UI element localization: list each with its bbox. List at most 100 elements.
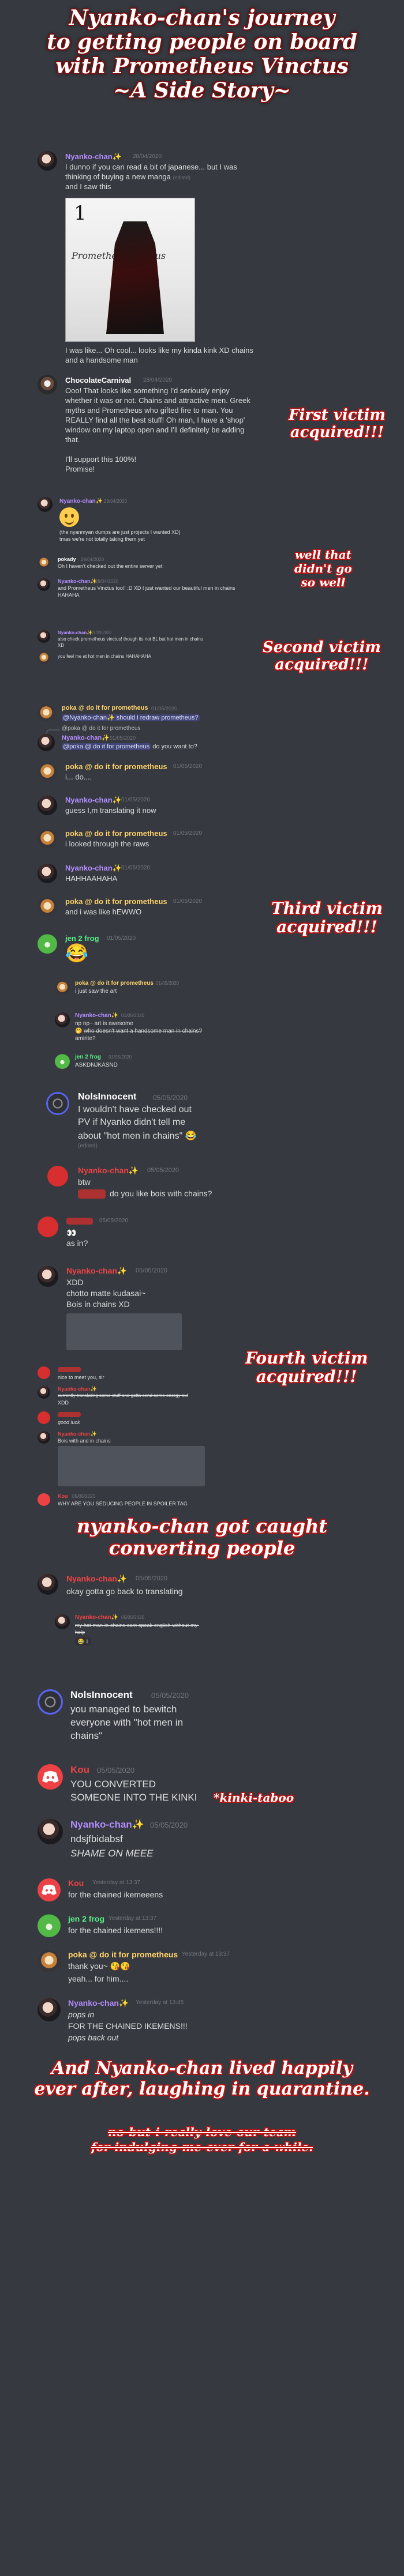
message-text: and I saw this [65,182,111,191]
manga-cover-image[interactable]: 1 Prometheus Vinctus [65,198,195,342]
username[interactable]: Kou [58,1493,68,1499]
avatar[interactable] [38,1574,58,1595]
avatar[interactable] [38,1914,61,1937]
username[interactable]: Nyanko-chan✨ [65,152,122,161]
avatar[interactable] [38,1998,61,2021]
message-text: i just saw the art [75,988,117,995]
avatar[interactable] [38,1493,50,1506]
username[interactable]: Kou [70,1764,89,1776]
avatar[interactable] [38,1366,50,1379]
spoiler-image[interactable] [66,1313,182,1350]
message-text: ASKDNJKASND [75,1062,118,1068]
message-text: XDD [58,1400,69,1406]
message-text: you feel me at hot men in chains HAHAHAH… [58,654,151,659]
avatar[interactable] [38,1819,63,1844]
avatar[interactable] [38,497,53,512]
avatar[interactable] [38,651,50,664]
story-title: Nyanko-chan's journey to getting people … [0,6,404,103]
username[interactable]: pokady [58,556,76,562]
username[interactable]: Kou [68,1878,84,1888]
reply-preview[interactable]: @poka @ do it for prometheus [62,725,140,732]
username[interactable]: Nyanko-chan✨ [65,864,122,873]
avatar[interactable] [55,1012,70,1027]
username[interactable]: ChocolateCarnival [65,376,131,385]
spoiler-image[interactable] [58,1446,205,1486]
avatar[interactable] [38,151,57,171]
redacted-username [66,1218,93,1225]
message-text: PV if Nyanko didn't tell me [78,1117,186,1127]
username[interactable]: Nyanko-chan✨ [70,1819,144,1831]
avatar[interactable] [38,630,50,643]
message-text: SHAME ON MEEE [70,1848,154,1859]
message-text: okay gotta go back to translating [66,1587,183,1596]
avatar[interactable] [38,1689,63,1715]
message-text: thinking of buying a new manga (edited) [65,172,190,181]
timestamp: Yesterday at 13:37 [92,1880,141,1886]
username[interactable]: Nyanko-chan✨ [75,1614,118,1621]
avatar[interactable] [46,1092,69,1115]
timestamp: 28/04/2020 [143,377,173,383]
username[interactable]: Nyanko-chan✨ [58,1431,97,1437]
avatar[interactable] [38,934,57,954]
volume-number: 1 [74,202,87,225]
username[interactable]: Nyanko-chan✨ [65,796,122,805]
username[interactable]: poka @ do it for prometheus [65,897,167,906]
username[interactable]: NolsInnocent [70,1689,133,1701]
username[interactable]: jen 2 frog [75,1054,101,1060]
username[interactable]: Nyanko-chan✨ [75,1012,118,1019]
avatar[interactable] [38,578,50,591]
avatar[interactable] [38,762,57,782]
username[interactable]: jen 2 frog [65,934,99,943]
avatar[interactable] [55,1054,70,1069]
avatar[interactable] [38,1431,50,1444]
username[interactable]: Nyanko-chan✨ [58,1386,97,1392]
username[interactable]: NolsInnocent [78,1092,136,1102]
message-text: my-hot-man-in-chains-cant-speak-english-… [75,1622,200,1628]
username[interactable]: poka @ do it for prometheus [65,829,167,838]
avatar[interactable] [38,1950,61,1973]
username[interactable]: poka @ do it for prometheus [68,1950,178,1959]
avatar[interactable] [38,864,57,883]
reaction-button[interactable]: 😂 1 [75,1637,91,1645]
avatar[interactable] [38,897,57,917]
avatar[interactable] [38,1386,50,1399]
username[interactable]: Nyanko-chan✨ [59,498,103,504]
message-text: SOMEONE INTO THE KINKI [70,1792,197,1803]
username[interactable]: Nyanko-chan✨ [66,1574,127,1584]
avatar[interactable] [38,705,55,722]
timestamp: 01/05/2020 [151,706,178,711]
message-text: and a handsome man [65,356,138,364]
avatar[interactable] [38,1764,63,1790]
message-text: I dunno if you can read a bit of japanes… [65,163,237,171]
message-text: nice to meet you, sir [58,1374,104,1380]
avatar[interactable] [38,1411,50,1424]
username[interactable]: poka @ do it for prometheus [65,762,167,771]
avatar[interactable] [38,734,55,751]
message-text: for the chained ikemens!!!! [68,1926,163,1935]
avatar[interactable] [38,829,57,849]
avatar[interactable] [38,1217,58,1237]
username[interactable]: Nyanko-chan✨ [66,1266,127,1276]
avatar[interactable] [38,1266,58,1287]
avatar[interactable] [47,1166,68,1187]
username[interactable]: Nyanko-chan✨ [68,1998,129,2008]
timestamp: 01/05/2020 [173,898,203,905]
timestamp: 05/05/2020 [153,1094,188,1102]
username[interactable]: poka @ do it for prometheus [75,980,154,986]
username[interactable]: Nyanko-chan✨ [58,578,97,585]
message-text: @poka @ do it for prometheus do you want… [62,743,197,750]
redacted-mention [78,1189,106,1199]
avatar[interactable] [55,1614,70,1629]
avatar[interactable] [38,1878,61,1901]
username[interactable]: jen 2 frog [68,1914,104,1923]
username[interactable]: Nyanko-chan✨ [62,734,110,741]
message-text: yeah... for him.... [68,1974,129,1983]
username[interactable]: Nyanko-chan✨ [78,1166,139,1176]
username[interactable]: Nyanko-chan✨ [58,630,92,635]
avatar[interactable] [38,556,50,569]
avatar[interactable] [38,796,57,815]
avatar[interactable] [55,980,70,995]
username[interactable]: poka @ do it for prometheus [62,705,148,711]
timestamp: Yesterday at 13:37 [182,1951,230,1957]
avatar[interactable] [38,375,57,394]
